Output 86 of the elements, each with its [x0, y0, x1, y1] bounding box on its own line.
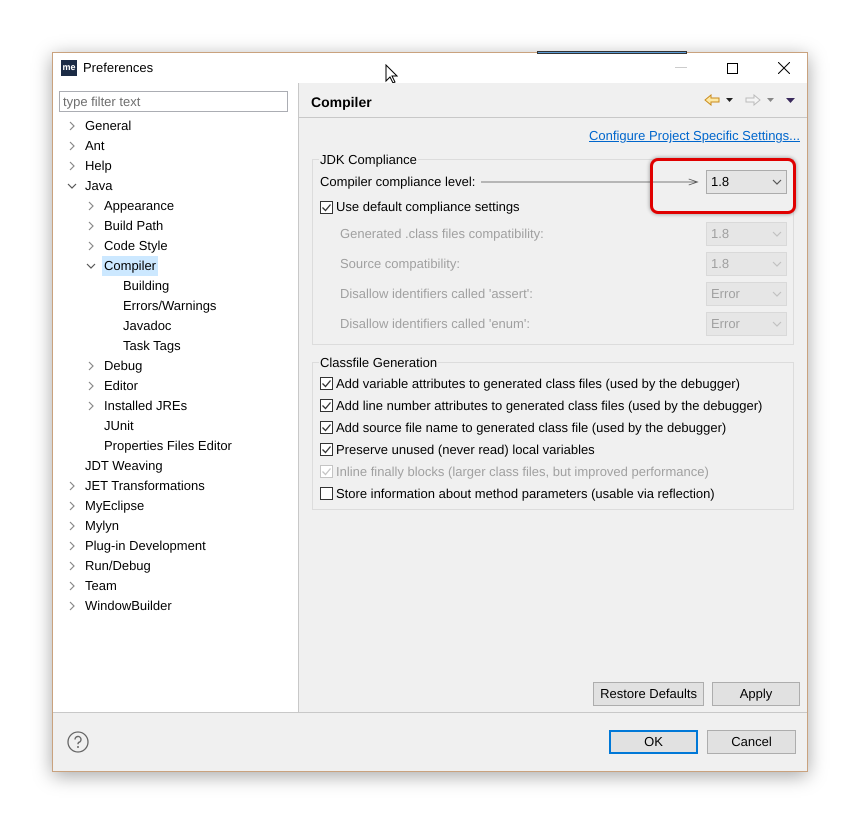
chevron-right-icon[interactable] [69, 501, 75, 511]
field-label: Source compatibility: [340, 255, 460, 274]
chevron-right-icon[interactable] [88, 201, 94, 211]
checkbox[interactable] [320, 200, 333, 214]
checkbox[interactable] [320, 487, 333, 500]
tree-item[interactable]: Plug-in Development [83, 536, 208, 556]
tree-item[interactable]: Mylyn [83, 516, 121, 536]
tree-item[interactable]: Editor [102, 376, 140, 396]
window-title: Preferences [83, 59, 154, 78]
action-button[interactable]: Restore Defaults [593, 682, 704, 706]
chevron-right-icon[interactable] [69, 141, 75, 151]
tree-item[interactable]: General [83, 116, 134, 136]
field-label: Disallow identifiers called 'assert': [340, 285, 533, 304]
dialog-button[interactable]: Cancel [707, 730, 796, 754]
checkbox-label: Store information about method parameters (usable via reflection) [336, 484, 715, 503]
view-menu-icon[interactable] [786, 98, 795, 102]
group-title: Classfile Generation [319, 354, 438, 372]
filter-field[interactable]: type filter text [59, 91, 288, 112]
arrow-line-icon [481, 178, 700, 186]
chevron-right-icon[interactable] [69, 521, 75, 531]
dropdown-arrow-icon[interactable] [726, 98, 733, 102]
dropdown[interactable]: 1.8 [706, 170, 787, 194]
tree-item[interactable]: Debug [102, 356, 144, 376]
chevron-right-icon[interactable] [88, 221, 94, 231]
chevron-right-icon[interactable] [88, 241, 94, 251]
maximize-icon[interactable] [727, 62, 738, 74]
action-button[interactable]: Apply [712, 682, 800, 706]
tree-item[interactable]: WindowBuilder [83, 596, 174, 616]
chevron-right-icon[interactable] [88, 401, 94, 411]
tree-item[interactable]: Appearance [102, 196, 176, 216]
checkbox-label: Add source file name to generated class file (used by the debugger) [336, 418, 726, 437]
tree-item[interactable]: Java [83, 176, 114, 196]
chevron-down-icon [772, 291, 782, 297]
checkbox-label: Inline finally blocks (larger class files, but improved performance) [336, 462, 709, 481]
chevron-right-icon[interactable] [69, 121, 75, 131]
chevron-right-icon[interactable] [69, 481, 75, 491]
chevron-right-icon[interactable] [69, 561, 75, 571]
chevron-right-icon[interactable] [88, 381, 94, 391]
dialog-button[interactable]: OK [609, 730, 698, 754]
chevron-right-icon[interactable] [69, 541, 75, 551]
page-title: Compiler [311, 92, 372, 112]
chevron-right-icon[interactable] [88, 361, 94, 371]
tree-item[interactable]: MyEclipse [83, 496, 146, 516]
chevron-down-icon [772, 179, 782, 185]
back-arrow-icon[interactable] [704, 94, 720, 106]
checkbox-label: Add line number attributes to generated class files (used by the debugger) [336, 396, 762, 415]
field-label: Disallow identifiers called 'enum': [340, 315, 530, 334]
tree-item[interactable]: JDT Weaving [83, 456, 165, 476]
tree-item[interactable]: Run/Debug [83, 556, 153, 576]
tree-item[interactable]: Ant [83, 136, 107, 156]
help-icon[interactable] [67, 731, 89, 753]
chevron-right-icon[interactable] [69, 161, 75, 171]
checkbox-label: Add variable attributes to generated class files (used by the debugger) [336, 374, 740, 393]
chevron-right-icon[interactable] [69, 601, 75, 611]
tree-item[interactable]: Installed JREs [102, 396, 190, 416]
chevron-down-icon [772, 261, 782, 267]
checkbox[interactable] [320, 443, 333, 456]
chevron-down-icon [772, 321, 782, 327]
group-title: JDK Compliance [319, 150, 418, 169]
checkbox[interactable] [320, 377, 333, 390]
field-label: Compiler compliance level: [320, 173, 476, 192]
checkbox-label: Use default compliance settings [336, 198, 520, 216]
configure-link[interactable]: Configure Project Specific Settings... [589, 126, 800, 146]
chevron-down-icon[interactable] [67, 183, 77, 189]
tree-item[interactable]: JET Transformations [83, 476, 207, 496]
checkbox[interactable] [320, 399, 333, 412]
tree-item[interactable]: Task Tags [121, 336, 183, 356]
chevron-right-icon[interactable] [69, 581, 75, 591]
app-logo: me [61, 60, 77, 76]
checkbox-label: Preserve unused (never read) local variables [336, 440, 595, 459]
checkbox[interactable] [320, 421, 333, 434]
tree-item[interactable]: Properties Files Editor [102, 436, 234, 456]
tree-item[interactable]: Help [83, 156, 114, 176]
tree-item[interactable]: Building [121, 276, 172, 296]
tree-item[interactable]: Javadoc [121, 316, 174, 336]
tree-item[interactable]: Errors/Warnings [121, 296, 218, 316]
tree-item[interactable]: Compiler [102, 256, 158, 276]
close-icon[interactable] [778, 62, 790, 74]
field-label: Generated .class files compatibility: [340, 225, 544, 244]
tree-item[interactable]: Build Path [102, 216, 166, 236]
tree-item[interactable]: Team [83, 576, 119, 596]
chevron-down-icon[interactable] [86, 263, 96, 269]
chevron-down-icon [772, 231, 782, 237]
tree-item[interactable]: Code Style [102, 236, 170, 256]
cursor-icon [385, 64, 398, 84]
tree-item[interactable]: JUnit [102, 416, 136, 436]
